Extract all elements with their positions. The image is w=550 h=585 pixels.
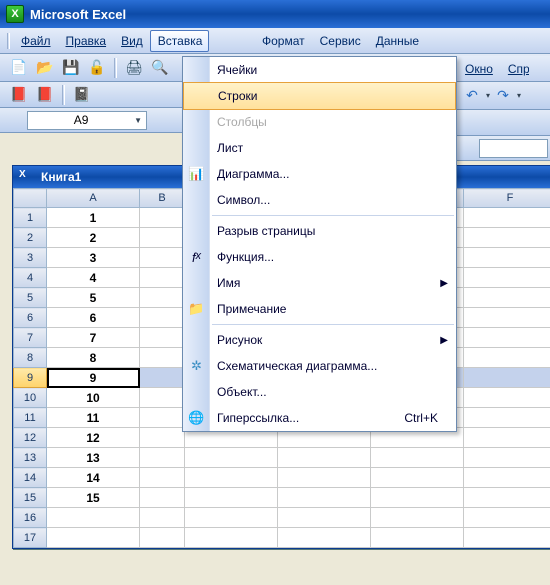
menu-insert[interactable]: Вставка — [150, 30, 210, 52]
menu-item-picture[interactable]: Рисунок▶ — [183, 327, 456, 353]
titlebar: X Microsoft Excel — [0, 0, 550, 28]
submenu-arrow-icon: ▶ — [440, 278, 448, 289]
row-header[interactable]: 17 — [14, 528, 47, 548]
name-box-dropdown-icon[interactable]: ▼ — [134, 116, 142, 125]
new-file-icon[interactable]: 📄 — [8, 57, 30, 79]
menu-item-name[interactable]: Имя▶ — [183, 270, 456, 296]
menu-edit[interactable]: Правка — [58, 30, 114, 52]
chart-icon: 📊 — [186, 166, 207, 182]
menu-item-function[interactable]: fx Функция... — [183, 244, 456, 270]
formula-bar[interactable] — [479, 139, 548, 158]
row-header[interactable]: 11 — [14, 408, 47, 428]
row-header[interactable]: 2 — [14, 228, 47, 248]
menu-view[interactable]: Вид — [113, 30, 150, 52]
menu-item-hyperlink[interactable]: 🌐 Гиперссылка... Ctrl+K — [183, 405, 456, 431]
shortcut-label: Ctrl+K — [404, 411, 438, 425]
row-header[interactable]: 3 — [14, 248, 47, 268]
menu-separator — [212, 215, 454, 216]
undo-icon[interactable]: ↶ — [461, 85, 483, 107]
row-header[interactable]: 8 — [14, 348, 47, 368]
cell[interactable]: 6 — [47, 308, 140, 328]
print-preview-icon[interactable]: 🔍 — [149, 57, 171, 79]
name-box-value: A9 — [32, 113, 130, 127]
cell[interactable]: 13 — [47, 448, 140, 468]
cell-active[interactable]: 9 — [47, 368, 140, 388]
redo-dropdown-icon[interactable]: ▾ — [517, 91, 521, 100]
row-header[interactable]: 4 — [14, 268, 47, 288]
menu-item-columns: Столбцы — [183, 109, 456, 135]
excel-app-icon: X — [6, 5, 24, 23]
menu-data[interactable]: Данные — [368, 30, 426, 52]
menu-item-object[interactable]: Объект... — [183, 379, 456, 405]
function-icon: fx — [186, 250, 207, 265]
cell[interactable]: 5 — [47, 288, 140, 308]
menubar-middle: Формат Сервис Данные — [250, 28, 457, 54]
insert-menu: Ячейки Строки Столбцы Лист 📊 Диаграмма..… — [182, 56, 457, 432]
app-title: Microsoft Excel — [30, 7, 126, 22]
permission-icon[interactable]: 🔓 — [86, 57, 108, 79]
submenu-arrow-icon: ▶ — [440, 335, 448, 346]
row-header[interactable]: 16 — [14, 508, 47, 528]
cell[interactable]: 12 — [47, 428, 140, 448]
cell[interactable]: 2 — [47, 228, 140, 248]
cell[interactable]: 15 — [47, 488, 140, 508]
print-icon[interactable]: 🖨 — [123, 57, 145, 79]
menu-tools[interactable]: Сервис — [312, 30, 368, 52]
menu-separator — [212, 324, 454, 325]
menu-item-rows[interactable]: Строки — [183, 82, 456, 110]
comment-icon: 📁 — [186, 301, 207, 317]
cell[interactable]: 14 — [47, 468, 140, 488]
col-header-B[interactable]: B — [140, 189, 185, 208]
menu-item-schematic[interactable]: ✲ Схематическая диаграмма... — [183, 353, 456, 379]
col-header-F[interactable]: F — [464, 189, 550, 208]
menu-item-cells[interactable]: Ячейки — [183, 57, 456, 83]
cell[interactable]: 4 — [47, 268, 140, 288]
workbook-title: Книга1 — [41, 170, 81, 184]
menu-item-pagebreak[interactable]: Разрыв страницы — [183, 218, 456, 244]
toolbar-separator — [114, 58, 117, 78]
cell[interactable]: 10 — [47, 388, 140, 408]
open-file-icon[interactable]: 📂 — [34, 57, 56, 79]
save-icon[interactable]: 💾 — [60, 57, 82, 79]
row-header[interactable]: 15 — [14, 488, 47, 508]
menubar-grip[interactable] — [7, 33, 10, 49]
menu-item-symbol[interactable]: Символ... — [183, 187, 456, 213]
menu-item-comment[interactable]: 📁 Примечание — [183, 296, 456, 322]
schematic-icon: ✲ — [186, 358, 207, 374]
menu-item-sheet[interactable]: Лист — [183, 135, 456, 161]
cell[interactable]: 11 — [47, 408, 140, 428]
row-header[interactable]: 5 — [14, 288, 47, 308]
redo-icon[interactable]: ↷ — [492, 85, 514, 107]
row-header[interactable]: 10 — [14, 388, 47, 408]
pdf-settings-icon[interactable]: 📓 — [71, 84, 93, 106]
row-header[interactable]: 12 — [14, 428, 47, 448]
menu-window[interactable]: Окно — [457, 58, 500, 80]
undo-dropdown-icon[interactable]: ▾ — [486, 91, 490, 100]
name-box[interactable]: A9 ▼ — [27, 111, 147, 130]
row-header-selected[interactable]: 9 — [14, 368, 47, 388]
row-header[interactable]: 6 — [14, 308, 47, 328]
workbook-icon: X — [19, 169, 35, 185]
right-panel-sliver: Окно Спра ↶▾ ↷▾ — [457, 56, 550, 161]
menu-format[interactable]: Формат — [254, 30, 312, 52]
toolbar-separator — [62, 85, 65, 105]
cell[interactable]: 3 — [47, 248, 140, 268]
cell[interactable] — [140, 208, 185, 228]
menu-help[interactable]: Спра — [500, 58, 530, 80]
select-all-corner[interactable] — [14, 189, 47, 208]
cell[interactable]: 1 — [47, 208, 140, 228]
col-header-A[interactable]: A — [47, 189, 140, 208]
row-header[interactable]: 13 — [14, 448, 47, 468]
hyperlink-icon: 🌐 — [186, 410, 207, 426]
cell[interactable]: 7 — [47, 328, 140, 348]
pdf-icon-1[interactable]: 📕 — [8, 84, 30, 106]
row-header[interactable]: 7 — [14, 328, 47, 348]
row-header[interactable]: 1 — [14, 208, 47, 228]
cell[interactable]: 8 — [47, 348, 140, 368]
menu-file[interactable]: Файл — [13, 30, 58, 52]
row-header[interactable]: 14 — [14, 468, 47, 488]
pdf-icon-2[interactable]: 📕 — [34, 84, 56, 106]
menu-item-chart[interactable]: 📊 Диаграмма... — [183, 161, 456, 187]
